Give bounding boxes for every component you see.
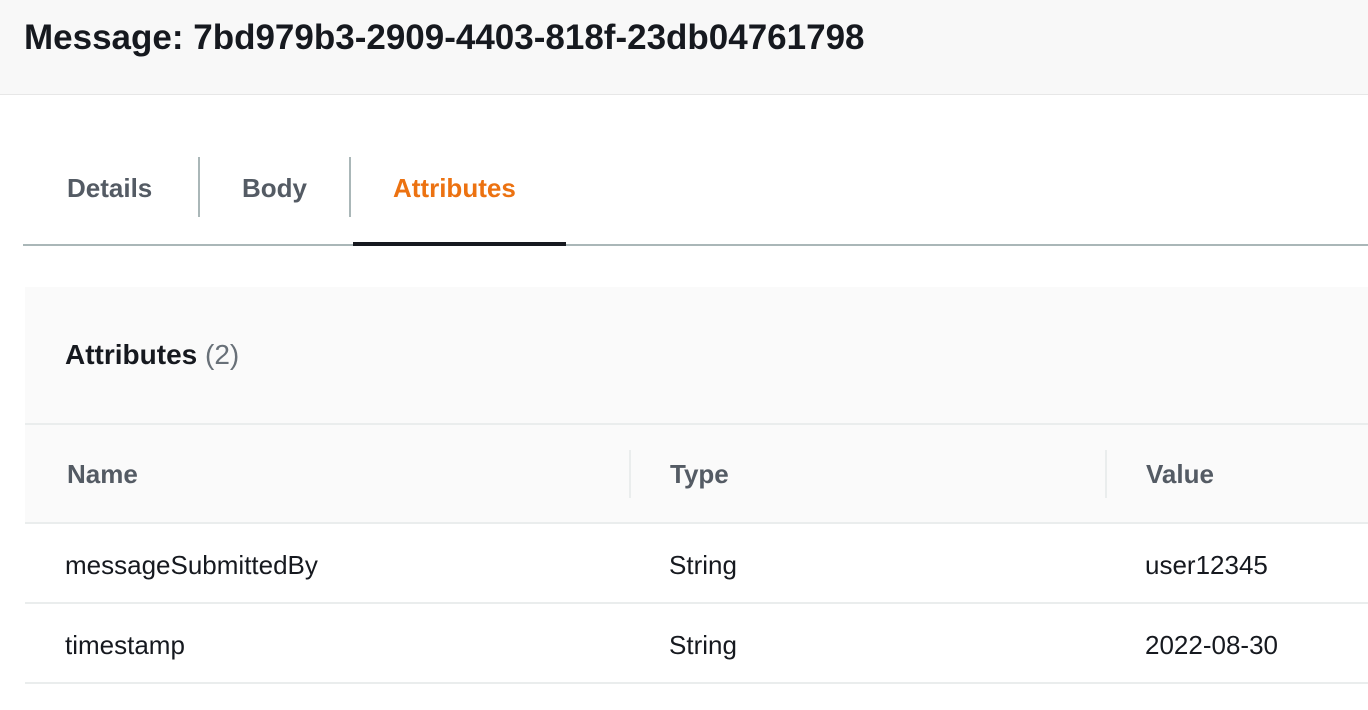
column-header-type[interactable]: Type — [670, 459, 729, 490]
tab-details-label: Details — [67, 173, 153, 203]
tab-bar: Details Body Attributes — [23, 96, 1368, 246]
tab-details[interactable]: Details — [23, 156, 200, 244]
attributes-panel: Attributes (2) Name Type Value messageSu… — [25, 287, 1368, 710]
attribute-type: String — [669, 550, 737, 580]
tab-attributes[interactable]: Attributes — [353, 156, 566, 246]
page-header: Message: 7bd979b3-2909-4403-818f-23db047… — [0, 0, 1368, 95]
attributes-table-header: Name Type Value — [25, 425, 1368, 524]
page-title: Message: 7bd979b3-2909-4403-818f-23db047… — [24, 18, 865, 57]
attribute-name: timestamp — [65, 630, 185, 660]
table-row: messageSubmittedBy String user12345 — [25, 524, 1368, 604]
tab-divider — [349, 157, 351, 217]
attribute-value: 2022-08-30 — [1145, 630, 1278, 660]
attributes-count: (2) — [205, 339, 240, 370]
tab-body[interactable]: Body — [200, 156, 350, 244]
column-header-value[interactable]: Value — [1146, 459, 1214, 490]
tab-attributes-label: Attributes — [393, 173, 516, 203]
attribute-type: String — [669, 630, 737, 660]
column-resizer[interactable] — [1105, 450, 1107, 498]
table-row: timestamp String 2022-08-30 — [25, 604, 1368, 684]
attributes-panel-title: Attributes (2) — [65, 339, 239, 371]
column-header-name[interactable]: Name — [67, 459, 138, 490]
attribute-name: messageSubmittedBy — [65, 550, 318, 580]
column-resizer[interactable] — [629, 450, 631, 498]
attributes-title-text: Attributes — [65, 339, 198, 370]
attributes-panel-header: Attributes (2) — [25, 287, 1368, 425]
tab-body-label: Body — [242, 173, 307, 203]
attribute-value: user12345 — [1145, 550, 1268, 580]
